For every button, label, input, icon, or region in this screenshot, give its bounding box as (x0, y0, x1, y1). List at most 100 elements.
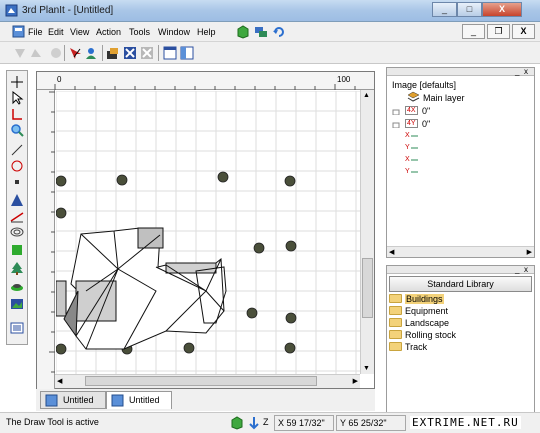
library-item-landscape[interactable]: Landscape (405, 318, 449, 328)
rectangle-tool-icon[interactable] (10, 243, 24, 257)
ruler-label-zero: 0 (57, 75, 62, 84)
document-icon (45, 394, 58, 407)
menu-window[interactable]: Window (158, 27, 190, 37)
x-offset-value: 0" (422, 106, 431, 116)
toolbar (0, 42, 540, 64)
y-offset-tag: 4Y (405, 119, 418, 128)
pointer-tool-icon[interactable] (10, 91, 24, 105)
3d-view-icon[interactable] (236, 25, 250, 39)
menu-tools[interactable]: Tools (129, 27, 150, 37)
menu-edit[interactable]: Edit (48, 27, 64, 37)
library-item-rolling-stock[interactable]: Rolling stock (405, 330, 456, 340)
panel-minimize-button[interactable]: _ (515, 68, 519, 76)
folder-icon (389, 306, 402, 315)
tool-disabled-1-icon[interactable] (13, 46, 27, 60)
folder-icon (389, 330, 402, 339)
folder-icon (389, 342, 402, 351)
image-tool-icon[interactable] (10, 297, 24, 311)
y-offset-value: 0" (422, 119, 431, 129)
point-tool-icon[interactable] (10, 175, 24, 189)
document-tabs: Untitled Untitled (36, 389, 375, 411)
panel-close-button[interactable]: x (524, 68, 528, 76)
tree-tool-icon[interactable] (10, 261, 24, 275)
tool-disabled-3-icon[interactable] (49, 46, 63, 60)
marker-node (284, 342, 296, 354)
marker-node (246, 307, 258, 319)
status-message: The Draw Tool is active (6, 417, 99, 427)
menu-help[interactable]: Help (197, 27, 216, 37)
panel-close-button[interactable]: x (524, 266, 528, 274)
window-layout-icon[interactable] (163, 46, 177, 60)
tool-palette (6, 70, 28, 345)
window-title: 3rd PlanIt - [Untitled] (22, 5, 114, 16)
standard-library-button[interactable]: Standard Library (389, 276, 532, 292)
layers-icon[interactable] (106, 46, 120, 60)
y-coordinate: Y 65 25/32" (336, 415, 406, 431)
mdi-close-button[interactable]: X (512, 24, 535, 39)
panel-scrollbar[interactable]: ◀ ▶ (387, 246, 534, 257)
marker-node (56, 207, 67, 219)
menu-view[interactable]: View (70, 27, 89, 37)
library-item-buildings[interactable]: Buildings (405, 294, 444, 304)
crosshair-tool-icon[interactable] (10, 75, 24, 89)
document-icon (12, 25, 25, 38)
grid-close-icon[interactable] (123, 46, 137, 60)
library-item-track[interactable]: Track (405, 342, 427, 352)
horizontal-scrollbar[interactable]: ◀ ▶ (55, 374, 360, 388)
snap-icon[interactable] (248, 416, 260, 430)
library-item-equipment[interactable]: Equipment (405, 306, 448, 316)
image-title: Image [defaults] (392, 80, 457, 90)
library-panel: _ x Standard Library Buildings Equipment… (386, 265, 535, 421)
zoom-tool-icon[interactable] (10, 123, 24, 137)
select-tool-icon[interactable] (68, 46, 82, 60)
panel-minimize-button[interactable]: _ (515, 266, 519, 274)
tab-untitled-2[interactable]: Untitled (106, 391, 172, 409)
marker-node (253, 242, 265, 254)
3d-view-icon[interactable] (230, 416, 244, 430)
terrain-tool-icon[interactable] (10, 279, 24, 293)
building-drawing (56, 227, 227, 350)
refresh-icon[interactable] (272, 25, 286, 39)
tool-disabled-2-icon[interactable] (29, 46, 43, 60)
marker-node (183, 342, 195, 354)
lock-icon[interactable] (392, 120, 400, 128)
transform-icons (411, 135, 418, 173)
marker-node (56, 175, 67, 187)
network-icon[interactable] (254, 25, 268, 39)
menu-action[interactable]: Action (96, 27, 121, 37)
mdi-restore-button[interactable]: ❐ (487, 24, 510, 39)
menu-file[interactable]: File (28, 27, 43, 37)
close-button[interactable]: X (482, 2, 522, 17)
drawing-canvas[interactable] (56, 91, 360, 374)
drawing-window: 0 100 ▲ ▼ ◀ ▶ (36, 71, 375, 390)
ruler-label-hundred: 100 (337, 75, 351, 84)
slope-tool-icon[interactable] (10, 209, 24, 223)
marker-node (284, 175, 296, 187)
line-tool-icon[interactable] (10, 143, 24, 157)
vertical-ruler (37, 90, 55, 390)
panel-header: _ x (387, 266, 534, 274)
app-icon (5, 4, 18, 17)
split-view-icon[interactable] (180, 46, 194, 60)
triangle-tool-icon[interactable] (10, 193, 24, 207)
table-tool-icon[interactable] (10, 321, 24, 335)
folder-icon (389, 318, 402, 327)
marker-node (285, 312, 297, 324)
lock-icon[interactable] (392, 107, 400, 115)
x-offset-tag: 4X (405, 106, 418, 115)
title-bar: 3rd PlanIt - [Untitled] _ □ X (0, 0, 540, 22)
circle-tool-icon[interactable] (10, 159, 24, 173)
x-coordinate: X 59 17/32" (274, 415, 334, 431)
spiral-tool-icon[interactable] (10, 225, 24, 239)
panel-header: _ x (387, 68, 534, 76)
user-icon[interactable] (84, 46, 98, 60)
maximize-button[interactable]: □ (457, 2, 482, 17)
grid-off-icon[interactable] (140, 46, 154, 60)
layer-name[interactable]: Main layer (423, 93, 465, 103)
vertical-scrollbar[interactable]: ▲ ▼ (360, 90, 374, 374)
mdi-minimize-button[interactable]: _ (462, 24, 485, 39)
minimize-button[interactable]: _ (432, 2, 457, 17)
layer-icon (407, 91, 420, 102)
tab-untitled-1[interactable]: Untitled (40, 391, 106, 409)
angle-tool-icon[interactable] (10, 107, 24, 121)
